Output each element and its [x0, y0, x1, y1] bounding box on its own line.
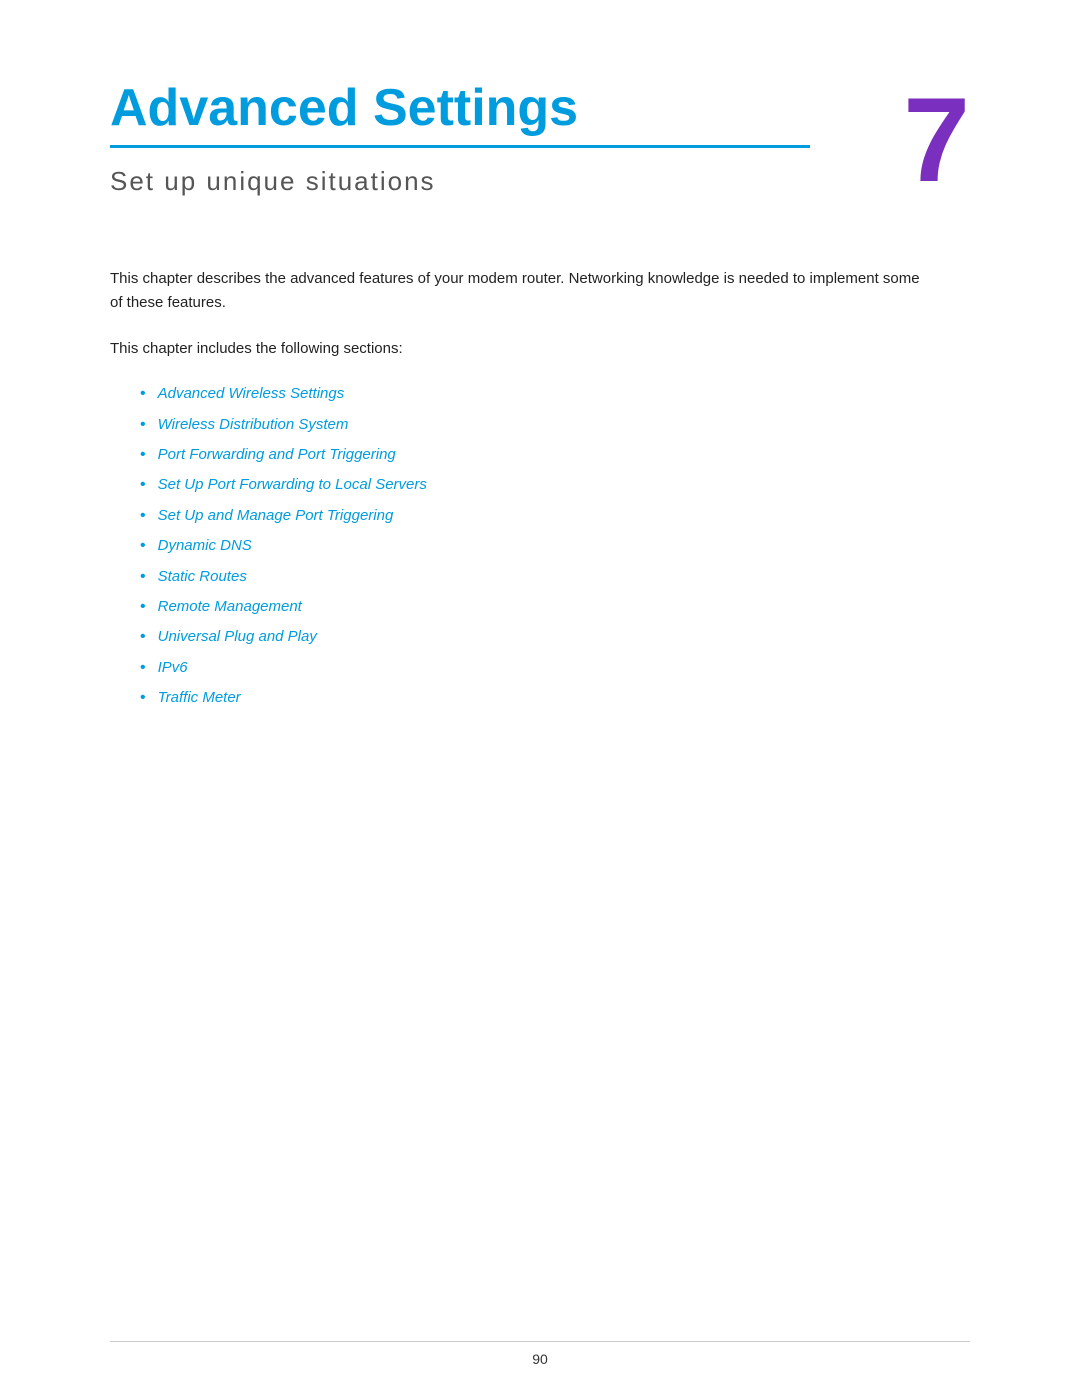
list-item[interactable]: IPv6 — [140, 653, 970, 683]
footer-line — [110, 1341, 970, 1342]
toc-link-port-triggering[interactable]: Set Up and Manage Port Triggering — [158, 502, 394, 531]
chapter-number: 7 — [903, 80, 970, 200]
list-item[interactable]: Set Up and Manage Port Triggering — [140, 501, 970, 531]
toc-link-upnp[interactable]: Universal Plug and Play — [158, 623, 317, 652]
chapter-title: Advanced Settings — [110, 80, 810, 137]
toc-link-traffic-meter[interactable]: Traffic Meter — [158, 684, 241, 713]
intro-paragraph-1: This chapter describes the advanced feat… — [110, 267, 930, 315]
toc-link-remote-management[interactable]: Remote Management — [158, 593, 302, 622]
chapter-subtitle: Set up unique situations — [110, 166, 810, 197]
list-item[interactable]: Remote Management — [140, 592, 970, 622]
toc-link-ipv6[interactable]: IPv6 — [158, 654, 188, 683]
list-item[interactable]: Dynamic DNS — [140, 531, 970, 561]
content-area: This chapter describes the advanced feat… — [110, 267, 970, 1337]
list-item[interactable]: Advanced Wireless Settings — [140, 379, 970, 409]
title-underline — [110, 145, 810, 148]
toc-link-wds[interactable]: Wireless Distribution System — [158, 411, 349, 440]
list-item[interactable]: Traffic Meter — [140, 683, 970, 713]
sections-intro: This chapter includes the following sect… — [110, 337, 970, 361]
list-item[interactable]: Wireless Distribution System — [140, 410, 970, 440]
toc-link-port-forwarding[interactable]: Port Forwarding and Port Triggering — [158, 441, 396, 470]
toc-link-dynamic-dns[interactable]: Dynamic DNS — [158, 532, 252, 561]
list-item[interactable]: Static Routes — [140, 562, 970, 592]
list-item[interactable]: Universal Plug and Play — [140, 622, 970, 652]
list-item[interactable]: Set Up Port Forwarding to Local Servers — [140, 470, 970, 500]
list-item[interactable]: Port Forwarding and Port Triggering — [140, 440, 970, 470]
toc-link-setup-port-forwarding[interactable]: Set Up Port Forwarding to Local Servers — [158, 471, 427, 500]
toc-link-advanced-wireless[interactable]: Advanced Wireless Settings — [158, 380, 345, 409]
page-number: 90 — [532, 1351, 548, 1367]
toc-list: Advanced Wireless Settings Wireless Dist… — [140, 379, 970, 713]
toc-link-static-routes[interactable]: Static Routes — [158, 563, 247, 592]
page-container: 7 Advanced Settings Set up unique situat… — [0, 0, 1080, 1397]
title-section: Advanced Settings Set up unique situatio… — [110, 80, 970, 197]
